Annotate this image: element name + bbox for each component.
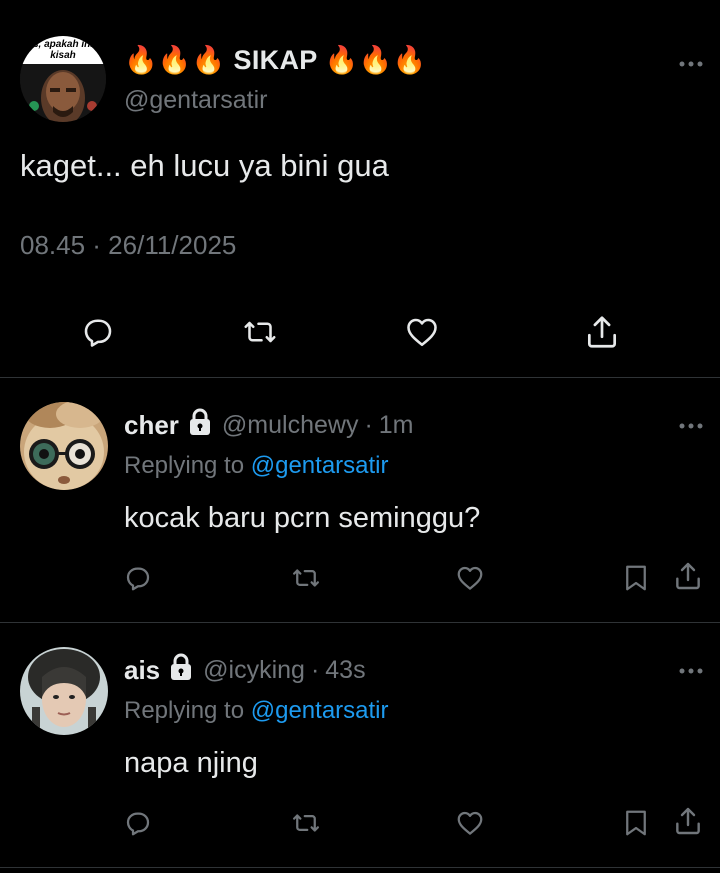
reply-icon[interactable] [118,558,158,598]
reply-age: 1m [378,411,414,439]
display-name[interactable]: 🔥🔥🔥 SIKAP 🔥🔥🔥 [124,44,427,76]
more-horizontal-icon[interactable] [676,663,706,683]
avatar[interactable] [20,402,108,490]
main-tweet: s, apakah ini kisah 🔥🔥🔥 SIKAP 🔥🔥🔥 @genta… [0,0,720,378]
reply-icon[interactable] [78,312,118,352]
avatar-image [20,402,108,490]
avatar-image [20,647,108,735]
tweet-timestamp: 08.45 · 26/11/2025 [20,230,237,260]
share-icon[interactable] [582,312,622,352]
retweet-icon[interactable] [240,312,280,352]
more-horizontal-icon[interactable] [676,56,706,76]
separator-dot: · [310,656,320,684]
handle[interactable]: @gentarsatir [124,86,268,115]
tweet-text: kaget... eh lucu ya bini gua [20,148,389,183]
reply-text: kocak baru pcrn seminggu? [124,502,481,534]
reply-header: cher @mulchewy · 1m [124,408,414,443]
reply-icon[interactable] [118,803,158,843]
handle[interactable]: @icyking [203,656,305,685]
avatar[interactable] [20,647,108,735]
bookmark-icon[interactable] [616,558,656,598]
lock-icon [169,653,193,688]
reply-header: ais @icyking · 43s [124,653,366,688]
reply-tweet[interactable]: ais @icyking · 43s Replying to @gentarsa… [0,623,720,868]
replying-to-label: Replying to [124,452,245,479]
separator-dot: · [364,411,373,439]
avatar[interactable]: s, apakah ini kisah [20,36,106,122]
reply-text: napa njing [124,747,258,779]
replying-to-handle[interactable]: @gentarsatir [251,697,389,724]
retweet-icon[interactable] [286,558,326,598]
reply-tweet[interactable]: cher @mulchewy · 1m Replying to @gentars… [0,378,720,623]
replying-to-handle[interactable]: @gentarsatir [251,452,389,479]
like-icon[interactable] [450,558,490,598]
replying-to-label: Replying to [124,697,245,724]
handle[interactable]: @mulchewy [222,411,359,440]
avatar-caption: s, apakah ini kisah [20,36,106,64]
display-name[interactable]: ais [124,655,160,686]
more-horizontal-icon[interactable] [676,418,706,438]
like-icon[interactable] [402,312,442,352]
retweet-icon[interactable] [286,803,326,843]
share-icon[interactable] [668,556,708,596]
display-name[interactable]: cher [124,410,179,441]
replying-to: Replying to @gentarsatir [124,697,389,725]
bookmark-icon[interactable] [616,803,656,843]
reply-age: 43s [325,656,366,684]
share-icon[interactable] [668,801,708,841]
like-icon[interactable] [450,803,490,843]
lock-icon [188,408,212,443]
replying-to: Replying to @gentarsatir [124,452,389,480]
